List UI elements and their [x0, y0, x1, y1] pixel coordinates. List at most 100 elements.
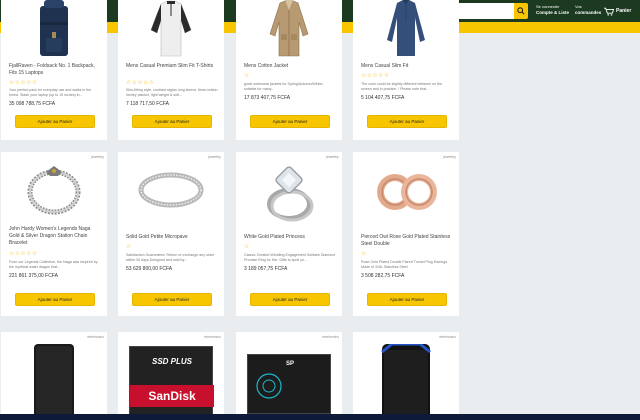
product-price: 53 629 800,00 FCFA: [126, 266, 173, 272]
add-to-cart-button[interactable]: Ajouter au Panier: [367, 115, 447, 128]
orders-line1: Vos: [575, 4, 582, 9]
rating-stars: ☆☆☆☆☆: [361, 73, 390, 79]
product-description: Satisfaction Guaranteed. Return or excha…: [126, 253, 215, 262]
status-bar: [0, 414, 640, 420]
product-card[interactable]: electronics: [353, 332, 459, 420]
product-card[interactable]: Mens Casual Premium Slim Fit T-Shirts ☆☆…: [118, 0, 224, 140]
product-card[interactable]: electronics SP: [236, 332, 342, 420]
ssd-plus-label: SSD PLUS: [152, 357, 193, 366]
rating-stars: ☆: [244, 244, 250, 250]
rating-stars: ☆: [126, 244, 132, 250]
product-description: Classic Created Wedding Engagement Solit…: [244, 253, 336, 262]
princess-ring-image: [267, 166, 314, 222]
cart-label: Panier: [616, 8, 632, 14]
product-card[interactable]: jewelery Solid Gold Petite Micropave ☆ S…: [118, 152, 224, 316]
product-image[interactable]: SSD PLUS SanDisk: [118, 346, 224, 420]
category-label: electronics: [87, 335, 104, 339]
product-description: Slim-fitting style, contrast raglan long…: [126, 88, 218, 97]
product-image[interactable]: [236, 160, 342, 224]
category-label: electronics: [322, 335, 339, 339]
product-title[interactable]: Mens Cotton Jacket: [244, 63, 334, 70]
cart-button[interactable]: Panier: [604, 4, 638, 18]
product-card[interactable]: jewelery John Hardy Women's Legends Naga…: [1, 152, 107, 316]
product-title[interactable]: White Gold Plated Princess: [244, 234, 334, 241]
product-image[interactable]: [1, 0, 107, 58]
category-label: jewelery: [443, 155, 456, 159]
silicon-power-ssd-image: SP: [247, 354, 331, 414]
product-image[interactable]: [118, 0, 224, 58]
rating-stars: ☆: [244, 73, 250, 79]
product-price: 3 189 057,75 FCFA: [244, 266, 288, 272]
product-price: 7 118 717,50 FCFA: [126, 101, 169, 107]
category-label: electronics: [204, 335, 221, 339]
gaming-drive-image: [381, 344, 431, 420]
add-to-cart-button[interactable]: Ajouter au Panier: [15, 115, 95, 128]
add-to-cart-button[interactable]: Ajouter au Panier: [367, 293, 447, 306]
sp-logo: SP: [286, 361, 295, 367]
add-to-cart-button[interactable]: Ajouter au Panier: [250, 115, 330, 128]
search-icon: [517, 7, 525, 15]
account-line1: Se connecter: [536, 4, 560, 9]
rating-stars: ☆: [361, 251, 367, 257]
rating-stars: ☆☆☆☆☆: [9, 251, 38, 257]
product-description: great outerwear jackets for Spring/Autum…: [244, 82, 324, 91]
product-image[interactable]: [353, 160, 459, 224]
external-hard-drive-image: [34, 344, 74, 420]
add-to-cart-button[interactable]: Ajouter au Panier: [132, 115, 212, 128]
product-price: 221 861 375,00 FCFA: [9, 273, 58, 279]
rating-stars: ☆☆☆☆☆: [126, 80, 155, 86]
product-image[interactable]: [353, 344, 459, 420]
product-card[interactable]: electronics SSD PLUS SanDisk: [118, 332, 224, 420]
product-title[interactable]: Solid Gold Petite Micropave: [126, 234, 216, 241]
orders-line2: commandes: [575, 10, 602, 15]
product-price: 35 098 788,75 FCFA: [9, 101, 56, 107]
product-description: From our Legends Collection, the Naga wa…: [9, 260, 98, 269]
product-card[interactable]: electronics: [1, 332, 107, 420]
product-image[interactable]: [353, 0, 459, 58]
product-card[interactable]: Mens Casual Slim Fit ☆☆☆☆☆ The color cou…: [353, 0, 459, 140]
product-price: 17 873 407,75 FCFA: [244, 95, 291, 101]
search-button[interactable]: [514, 3, 528, 19]
product-image[interactable]: [1, 344, 107, 420]
product-title[interactable]: John Hardy Women's Legends Naga Gold & S…: [9, 226, 99, 247]
product-price: 3 508 282,75 FCFA: [361, 273, 405, 279]
category-label: jewelery: [208, 155, 221, 159]
product-grid: FjallRaven - Foldsack No. 1 Backpack, Fi…: [0, 0, 470, 420]
cart-icon: [604, 7, 614, 16]
product-card[interactable]: jewelery Pierced Owl Rose Gold Plated St…: [353, 152, 459, 316]
account-link[interactable]: Se connecter Compte & Liste: [536, 4, 569, 16]
product-card[interactable]: Mens Cotton Jacket ☆ great outerwear jac…: [236, 0, 342, 140]
product-description: Your perfect pack for everyday use and w…: [9, 88, 92, 97]
micropave-ring-image: [138, 172, 204, 208]
circuit-pattern: [256, 373, 282, 399]
dragon-bracelet-image: [27, 166, 81, 215]
product-image[interactable]: [1, 160, 107, 220]
product-card[interactable]: FjallRaven - Foldsack No. 1 Backpack, Fi…: [1, 0, 107, 140]
cotton-jacket-image: [269, 0, 309, 57]
category-label: jewelery: [91, 155, 104, 159]
henley-shirt-image: [150, 0, 192, 57]
product-card[interactable]: jewelery White Gold Plated Princess ☆ Cl…: [236, 152, 342, 316]
product-title[interactable]: Mens Casual Premium Slim Fit T-Shirts: [126, 63, 216, 70]
category-label: electronics: [439, 335, 456, 339]
product-title[interactable]: Mens Casual Slim Fit: [361, 63, 451, 70]
product-image[interactable]: SP: [236, 348, 342, 420]
rating-stars: ☆☆☆☆☆: [9, 80, 38, 86]
add-to-cart-button[interactable]: Ajouter au Panier: [15, 293, 95, 306]
product-title[interactable]: Pierced Owl Rose Gold Plated Stainless S…: [361, 234, 451, 248]
product-price: 5 104 407,75 FCFA: [361, 95, 405, 101]
slim-fit-shirt-image: [387, 0, 425, 56]
orders-link[interactable]: Vos commandes: [575, 4, 601, 16]
category-label: jewelery: [326, 155, 339, 159]
add-to-cart-button[interactable]: Ajouter au Panier: [250, 293, 330, 306]
product-title[interactable]: FjallRaven - Foldsack No. 1 Backpack, Fi…: [9, 63, 99, 77]
backpack-image: [40, 0, 68, 56]
sandisk-logo: SanDisk: [130, 385, 214, 407]
account-line2: Compte & Liste: [536, 10, 570, 15]
product-description: The color could be slightly different be…: [361, 82, 443, 91]
product-description: Rose Gold Plated Double Flared Tunnel Pl…: [361, 260, 449, 269]
add-to-cart-button[interactable]: Ajouter au Panier: [132, 293, 212, 306]
product-image[interactable]: [118, 160, 224, 220]
sandisk-ssd-image: SSD PLUS SanDisk: [129, 346, 214, 420]
product-image[interactable]: [236, 0, 342, 58]
